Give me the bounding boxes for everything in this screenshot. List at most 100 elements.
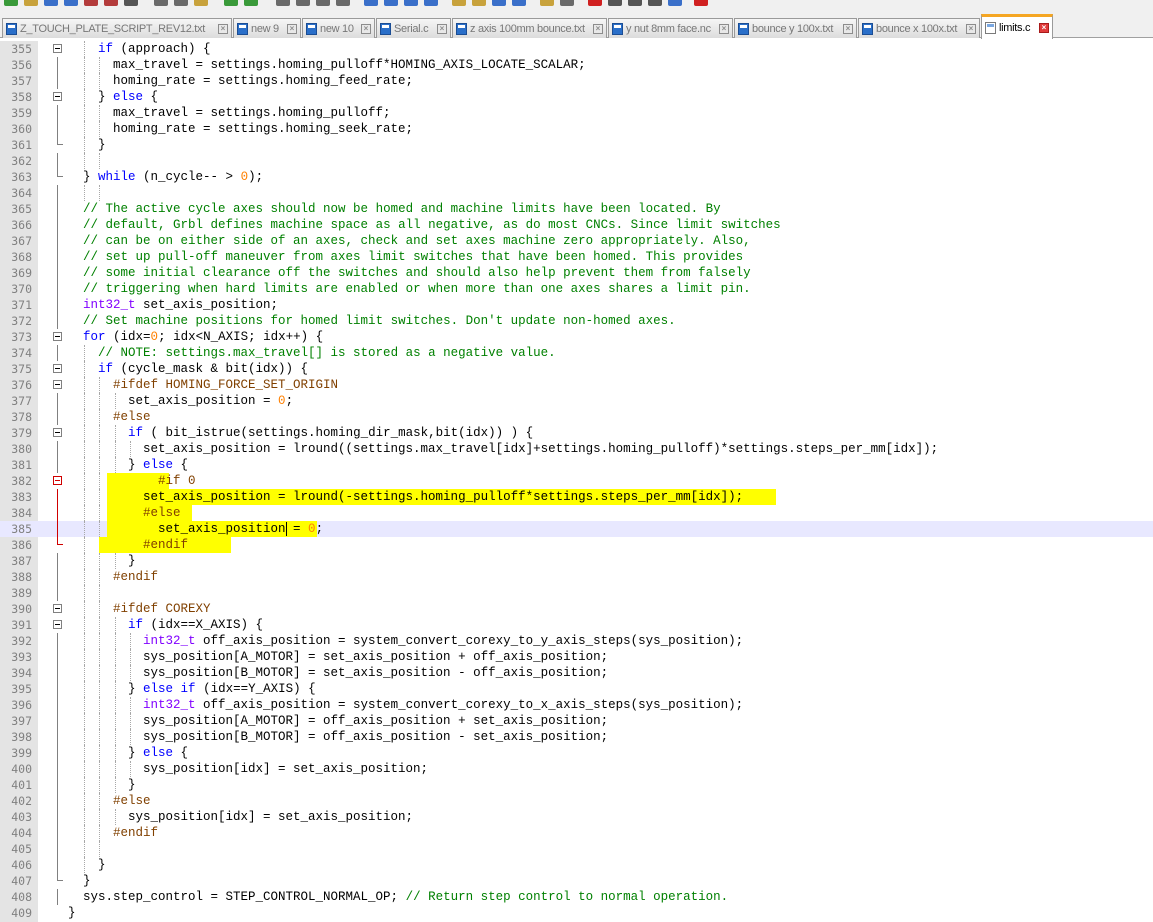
code-line[interactable]: 394 sys_position[B_MOTOR] = set_axis_pos… [0,665,1153,681]
code-line[interactable]: 367 // can be on either side of an axes,… [0,233,1153,249]
tab-limits-c[interactable]: limits.c× [981,14,1053,39]
code-line[interactable]: 363 } while (n_cycle-- > 0); [0,169,1153,185]
find-icon[interactable] [276,0,290,6]
code-line[interactable]: 404 #endif [0,825,1153,841]
close-tab-icon[interactable]: × [437,24,447,34]
copy-icon[interactable] [174,0,188,6]
paste-icon[interactable] [194,0,208,6]
code-editor[interactable]: 355 if (approach) {356 max_travel = sett… [0,41,1153,922]
tab-z-touch-plate-script-rev12-txt[interactable]: Z_TOUCH_PLATE_SCRIPT_REV12.txt× [2,18,232,38]
code-line[interactable]: 385 set_axis_position = 0; [0,521,1153,537]
close-tab-icon[interactable]: × [843,24,853,34]
code-line[interactable]: 361 } [0,137,1153,153]
save-all-icon[interactable] [64,0,78,6]
code-line[interactable]: 388 #endif [0,569,1153,585]
code-line[interactable]: 355 if (approach) { [0,41,1153,57]
code-line[interactable]: 386 #endif [0,537,1153,553]
close-tab-icon[interactable]: × [361,24,371,34]
fold-toggle-icon[interactable] [53,428,62,437]
fold-toggle-icon[interactable] [53,332,62,341]
code-line[interactable]: 374 // NOTE: settings.max_travel[] is st… [0,345,1153,361]
code-line[interactable]: 366 // default, Grbl defines machine spa… [0,217,1153,233]
close-tab-icon[interactable]: × [218,24,228,34]
tab-z-axis-100mm-bounce-txt[interactable]: z axis 100mm bounce.txt× [452,18,607,38]
code-line[interactable]: 359 max_travel = settings.homing_pulloff… [0,105,1153,121]
save-icon[interactable] [44,0,58,6]
spell-icon[interactable] [694,0,708,6]
code-line[interactable]: 369 // some initial clearance off the sw… [0,265,1153,281]
code-line[interactable]: 383 set_axis_position = lround(-settings… [0,489,1153,505]
code-line[interactable]: 376 #ifdef HOMING_FORCE_SET_ORIGIN [0,377,1153,393]
sync-v-icon[interactable] [364,0,378,6]
code-line[interactable]: 389 [0,585,1153,601]
fold-toggle-icon[interactable] [53,476,62,485]
code-line[interactable]: 397 sys_position[A_MOTOR] = off_axis_pos… [0,713,1153,729]
code-line[interactable]: 392 int32_t off_axis_position = system_c… [0,633,1153,649]
fold-toggle-icon[interactable] [53,92,62,101]
code-line[interactable]: 393 sys_position[A_MOTOR] = set_axis_pos… [0,649,1153,665]
close-all-icon[interactable] [104,0,118,6]
code-line[interactable]: 373 for (idx=0; idx<N_AXIS; idx++) { [0,329,1153,345]
fold-toggle-icon[interactable] [53,604,62,613]
code-line[interactable]: 360 homing_rate = settings.homing_seek_r… [0,121,1153,137]
code-line[interactable]: 381 } else { [0,457,1153,473]
tab-bounce-x-100x-txt[interactable]: bounce x 100x.txt× [858,18,980,38]
code-line[interactable]: 362 [0,153,1153,169]
code-line[interactable]: 409} [0,905,1153,921]
code-line[interactable]: 364 [0,185,1153,201]
code-line[interactable]: 406 } [0,857,1153,873]
stop-icon[interactable] [608,0,622,6]
func-list-icon[interactable] [512,0,526,6]
indent-guide-icon[interactable] [452,0,466,6]
fold-toggle-icon[interactable] [53,380,62,389]
zoom-out-icon[interactable] [336,0,350,6]
save-macro-icon[interactable] [668,0,682,6]
code-line[interactable]: 379 if ( bit_istrue(settings.homing_dir_… [0,425,1153,441]
code-line[interactable]: 377 set_axis_position = 0; [0,393,1153,409]
redo-icon[interactable] [244,0,258,6]
code-line[interactable]: 408 sys.step_control = STEP_CONTROL_NORM… [0,889,1153,905]
open-file-icon[interactable] [24,0,38,6]
lang-icon[interactable] [472,0,486,6]
code-line[interactable]: 356 max_travel = settings.homing_pulloff… [0,57,1153,73]
tab-bounce-y-100x-txt[interactable]: bounce y 100x.txt× [734,18,857,38]
code-line[interactable]: 372 // Set machine positions for homed l… [0,313,1153,329]
code-line[interactable]: 382 #if 0 [0,473,1153,489]
code-line[interactable]: 371 int32_t set_axis_position; [0,297,1153,313]
print-icon[interactable] [124,0,138,6]
tab-new-10[interactable]: new 10× [302,18,375,38]
close-icon[interactable] [84,0,98,6]
zoom-in-icon[interactable] [316,0,330,6]
code-line[interactable]: 399 } else { [0,745,1153,761]
sync-h-icon[interactable] [384,0,398,6]
monitor-icon[interactable] [560,0,574,6]
tab-y-nut-8mm-face-nc[interactable]: y nut 8mm face.nc× [608,18,733,38]
code-line[interactable]: 401 } [0,777,1153,793]
code-line[interactable]: 403 sys_position[idx] = set_axis_positio… [0,809,1153,825]
doc-map-icon[interactable] [492,0,506,6]
code-line[interactable]: 378 #else [0,409,1153,425]
code-line[interactable]: 395 } else if (idx==Y_AXIS) { [0,681,1153,697]
code-line[interactable]: 358 } else { [0,89,1153,105]
code-line[interactable]: 370 // triggering when hard limits are e… [0,281,1153,297]
tab-serial-c[interactable]: Serial.c× [376,18,451,38]
code-line[interactable]: 400 sys_position[idx] = set_axis_positio… [0,761,1153,777]
play-multi-icon[interactable] [648,0,662,6]
fold-toggle-icon[interactable] [53,364,62,373]
close-tab-icon[interactable]: × [287,24,297,34]
code-line[interactable]: 390 #ifdef COREXY [0,601,1153,617]
code-line[interactable]: 368 // set up pull-off maneuver from axe… [0,249,1153,265]
tab-new-9[interactable]: new 9× [233,18,301,38]
code-line[interactable]: 375 if (cycle_mask & bit(idx)) { [0,361,1153,377]
close-tab-icon[interactable]: × [719,24,729,34]
code-line[interactable]: 365 // The active cycle axes should now … [0,201,1153,217]
code-line[interactable]: 405 [0,841,1153,857]
new-file-icon[interactable] [4,0,18,6]
code-line[interactable]: 402 #else [0,793,1153,809]
close-tab-icon[interactable]: × [966,24,976,34]
fold-toggle-icon[interactable] [53,44,62,53]
code-line[interactable]: 384 #else [0,505,1153,521]
code-line[interactable]: 387 } [0,553,1153,569]
code-line[interactable]: 407 } [0,873,1153,889]
code-line[interactable]: 357 homing_rate = settings.homing_feed_r… [0,73,1153,89]
